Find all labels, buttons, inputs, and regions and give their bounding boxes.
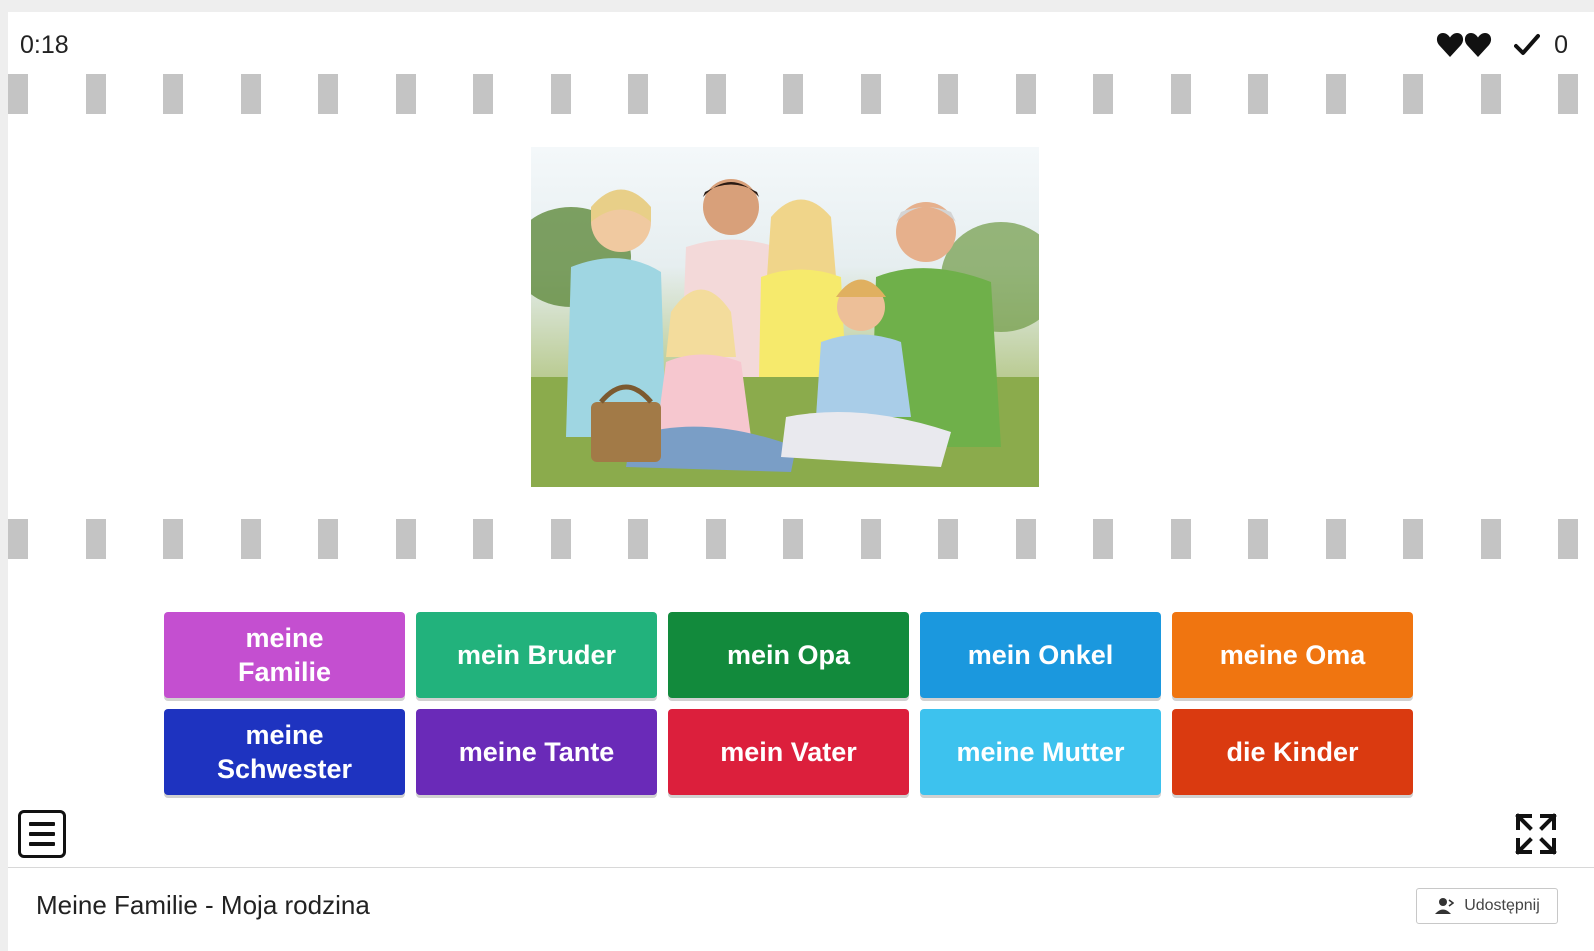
- film-strip-hole: [1326, 74, 1346, 114]
- answer-button[interactable]: meine Tante: [416, 709, 657, 795]
- stats-bar: 0: [1436, 30, 1568, 60]
- film-strip-hole: [473, 74, 493, 114]
- film-strip-hole: [1248, 519, 1268, 559]
- film-strip-hole: [241, 74, 261, 114]
- answer-button[interactable]: meine Familie: [164, 612, 405, 698]
- answer-grid: meine Familie mein Bruder mein Opa mein …: [164, 612, 1414, 795]
- film-strip-hole: [1481, 74, 1501, 114]
- film-strip-top: [8, 74, 1594, 114]
- game-area: 0:18 0 meine Familie mein Bruder mein Op…: [8, 12, 1594, 867]
- film-strip-hole: [86, 74, 106, 114]
- film-strip-hole: [1481, 519, 1501, 559]
- answer-button[interactable]: meine Oma: [1172, 612, 1413, 698]
- film-strip-hole: [938, 519, 958, 559]
- answer-button[interactable]: mein Opa: [668, 612, 909, 698]
- answer-button[interactable]: mein Bruder: [416, 612, 657, 698]
- hamburger-menu-icon: [29, 832, 55, 836]
- answer-button[interactable]: meine Mutter: [920, 709, 1161, 795]
- film-strip-hole: [163, 519, 183, 559]
- hamburger-menu-icon: [29, 842, 55, 846]
- film-strip-hole: [8, 519, 28, 559]
- user-share-icon: [1435, 898, 1455, 914]
- film-strip-hole: [8, 74, 28, 114]
- film-strip-hole: [628, 519, 648, 559]
- share-button[interactable]: Udostępnij: [1416, 888, 1558, 924]
- film-strip-bottom: [8, 519, 1594, 559]
- film-strip-hole: [318, 519, 338, 559]
- film-strip-hole: [1326, 519, 1346, 559]
- checkmark-icon: [1514, 34, 1541, 55]
- activity-title: Meine Familie - Moja rodzina: [36, 890, 370, 920]
- film-strip-hole: [241, 519, 261, 559]
- fullscreen-icon[interactable]: [1514, 812, 1558, 856]
- answer-button[interactable]: mein Onkel: [920, 612, 1161, 698]
- film-strip-hole: [861, 74, 881, 114]
- film-strip-hole: [86, 519, 106, 559]
- family-photo: [531, 147, 1039, 487]
- film-strip-hole: [551, 519, 571, 559]
- heart-icon: [1465, 33, 1492, 57]
- answer-button[interactable]: die Kinder: [1172, 709, 1413, 795]
- film-strip-hole: [938, 74, 958, 114]
- film-strip-hole: [396, 519, 416, 559]
- film-strip-hole: [1171, 519, 1191, 559]
- film-strip-hole: [1558, 74, 1578, 114]
- film-strip-hole: [396, 74, 416, 114]
- film-strip-hole: [706, 519, 726, 559]
- film-strip-hole: [1403, 74, 1423, 114]
- film-strip-hole: [706, 74, 726, 114]
- film-strip-hole: [163, 74, 183, 114]
- share-label: Udostępnij: [1464, 897, 1540, 914]
- film-strip-hole: [1558, 519, 1578, 559]
- heart-icon: [1437, 33, 1464, 57]
- film-strip-hole: [473, 519, 493, 559]
- lives-indicator: [1436, 32, 1492, 58]
- film-strip-hole: [1248, 74, 1268, 114]
- menu-button[interactable]: [18, 810, 66, 858]
- film-strip-hole: [1171, 74, 1191, 114]
- film-strip-hole: [1403, 519, 1423, 559]
- film-strip-hole: [318, 74, 338, 114]
- hamburger-menu-icon: [29, 822, 55, 826]
- film-strip-hole: [1093, 74, 1113, 114]
- film-strip-hole: [861, 519, 881, 559]
- footer-bar: Meine Familie - Moja rodzina Udostępnij: [8, 867, 1594, 951]
- film-strip-hole: [628, 74, 648, 114]
- film-strip-hole: [551, 74, 571, 114]
- answer-button[interactable]: mein Vater: [668, 709, 909, 795]
- score-value: 0: [1554, 30, 1568, 59]
- film-strip-hole: [783, 519, 803, 559]
- answer-button[interactable]: meine Schwester: [164, 709, 405, 795]
- timer: 0:18: [20, 31, 69, 59]
- film-strip-hole: [783, 74, 803, 114]
- film-strip-hole: [1016, 74, 1036, 114]
- family-photo-illustration: [531, 179, 1039, 487]
- film-strip-hole: [1016, 519, 1036, 559]
- film-strip-hole: [1093, 519, 1113, 559]
